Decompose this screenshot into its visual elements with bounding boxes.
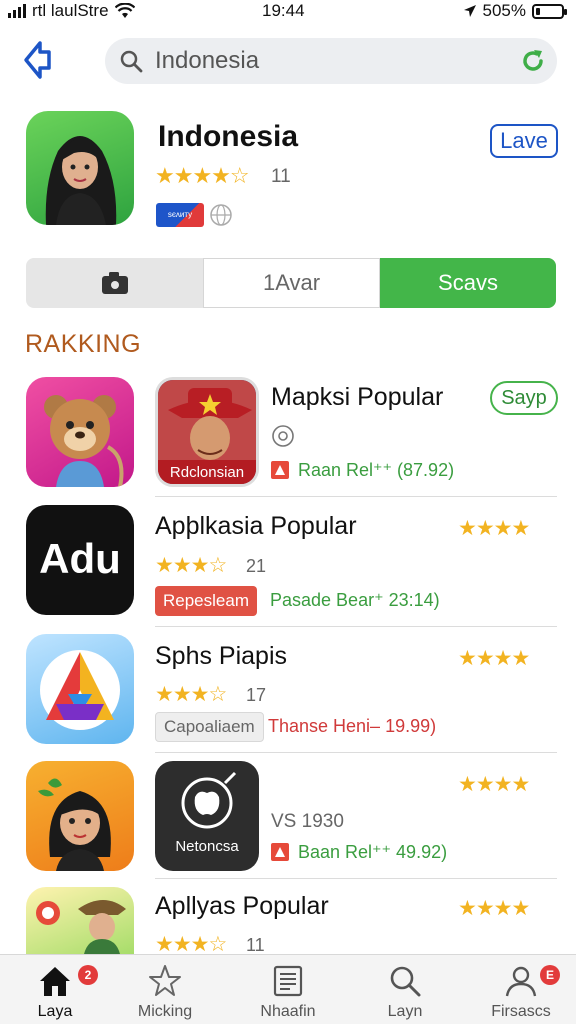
app-icon-adu[interactable]: Adu [26, 505, 134, 615]
app-stars-right-5: ★★★★ [458, 897, 530, 920]
app-icon-rdclonsian[interactable]: Rdclonsian [155, 377, 259, 487]
gift-icon [271, 843, 289, 861]
tab-profile[interactable]: E Firsascs [466, 955, 576, 1024]
app-title-5: Apllyas Popular [155, 892, 329, 920]
row-divider [155, 878, 557, 879]
row-divider [155, 626, 557, 627]
app-price-3: Thanse Heni– 19.99) [268, 716, 437, 736]
app-icon-sphs[interactable] [26, 634, 134, 744]
tab-label-micking: Micking [137, 1003, 193, 1020]
sayp-button[interactable]: Sayp [490, 381, 558, 415]
app-stars-right-2: ★★★★ [458, 517, 530, 540]
tag-capoaliaem[interactable]: Capoaliaem [155, 712, 264, 742]
target-icon [272, 425, 294, 447]
tag-repesleam[interactable]: Repesleam [155, 586, 257, 616]
app-price-4: Baan Rel⁺⁺ 49.92) [298, 842, 448, 862]
carrier-label: rtl laulStre [32, 1, 109, 20]
app-icon-girl[interactable] [26, 761, 134, 871]
search-icon [390, 966, 421, 997]
tab-badge-home: 2 [78, 965, 98, 985]
app-price-2: Pasade Bear⁺ 23:14) [270, 590, 440, 610]
app-label-netoncsa: Netoncsa [175, 838, 239, 855]
camera-icon [101, 272, 128, 294]
section-title: RAKKING [25, 330, 142, 358]
search-input[interactable] [155, 46, 495, 76]
featured-rating-count: 11 [271, 166, 291, 187]
star-icon [149, 965, 181, 996]
app-title-2: Apþlkasia Popular [155, 512, 357, 540]
news-icon [273, 965, 303, 997]
tab-home[interactable]: 2 Laya [0, 955, 110, 1024]
search-bar[interactable] [105, 38, 557, 84]
featured-rating-stars: ★★★★☆ [155, 163, 250, 188]
battery-icon [532, 3, 567, 19]
segment-scavs[interactable]: Scavs [380, 258, 556, 308]
segment-camera[interactable] [26, 258, 203, 308]
app-title-3: Sphs Piapis [155, 642, 288, 670]
status-bar: rtl laulStre 19:44 505% [0, 0, 576, 24]
app-icon-netoncsa[interactable]: Netoncsa [155, 761, 259, 871]
featured-title: Indonesia [158, 120, 299, 153]
row-divider [155, 752, 557, 753]
home-icon [40, 967, 70, 996]
person-icon [505, 966, 537, 997]
tab-micking[interactable]: Micking [110, 955, 220, 1024]
clock: 19:44 [262, 1, 305, 20]
back-icon[interactable] [20, 40, 60, 80]
refresh-icon[interactable] [519, 47, 547, 75]
tab-label-search: Layn [387, 1003, 423, 1020]
tab-label-home: Laya [37, 1003, 73, 1020]
flag-badge: ѕєᴧиту [156, 203, 204, 227]
app-count-2: 21 [246, 556, 267, 576]
row-divider [155, 496, 557, 497]
tab-label-profile: Firsascs [491, 1003, 551, 1020]
wifi-icon [114, 3, 135, 18]
lave-button[interactable]: Lave [490, 124, 558, 158]
app-version-4: VS 1930 [271, 811, 344, 832]
globe-icon[interactable] [209, 203, 233, 227]
search-icon [120, 50, 143, 73]
segmented-control: 1Avar Scavs [26, 258, 556, 308]
location-arrow-icon [463, 5, 476, 17]
app-count-3: 17 [246, 685, 267, 705]
app-stars-3: ★★★☆ [155, 683, 227, 706]
app-stars-right-4: ★★★★ [458, 773, 530, 796]
gift-icon [271, 461, 289, 479]
app-stars-2: ★★★☆ [155, 554, 227, 577]
segment-avar[interactable]: 1Avar [203, 258, 380, 308]
tab-bar: 2 Laya Micking Nhaafin Layn E Firsascs [0, 954, 576, 1024]
app-title-1: Mapksi Popular [271, 383, 444, 411]
tab-badge-profile: E [540, 965, 560, 985]
app-icon-explorer[interactable] [26, 887, 134, 954]
tab-nhaafin[interactable]: Nhaafin [233, 955, 343, 1024]
app-stars-right-3: ★★★★ [458, 647, 530, 670]
app-count-5: 11 [246, 935, 265, 955]
app-icon-bear[interactable] [26, 377, 134, 487]
featured-app-icon[interactable] [26, 111, 134, 225]
battery-percent: 505% [482, 1, 526, 20]
tab-search[interactable]: Layn [350, 955, 460, 1024]
signal-icon [8, 4, 26, 18]
tab-label-nhaafin: Nhaafin [260, 1003, 316, 1020]
app-icon-adu-text: Adu [39, 535, 121, 582]
app-label-rdclonsian: Rdclonsian [169, 464, 245, 481]
app-price-1: Raan Rel⁺⁺ (87.92) [298, 460, 455, 480]
